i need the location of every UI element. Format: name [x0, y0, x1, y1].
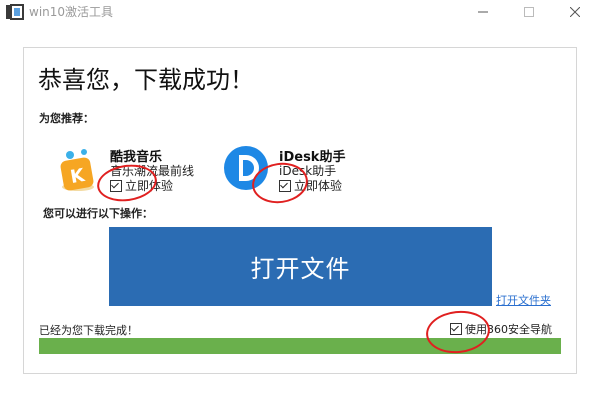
recommend-label: 为您推荐：	[39, 112, 94, 125]
minimize-button[interactable]	[460, 0, 506, 24]
page-title: 恭喜您，下载成功！	[38, 66, 254, 94]
hd-app-icon	[6, 4, 24, 20]
kuwo-music-icon: K	[60, 149, 94, 191]
maximize-button[interactable]	[506, 0, 552, 24]
close-button[interactable]	[552, 0, 598, 24]
maximize-icon	[524, 7, 534, 17]
open-folder-link[interactable]: 打开文件夹	[496, 292, 551, 308]
window-title: win10激活工具	[29, 5, 114, 19]
close-icon	[570, 7, 580, 17]
open-file-button[interactable]: 打开文件	[109, 227, 492, 306]
title-bar: win10激活工具	[0, 0, 598, 24]
operations-label: 您可以进行以下操作：	[43, 207, 153, 220]
download-status-text: 已经为您下载完成！	[39, 324, 138, 337]
minimize-icon	[478, 11, 488, 13]
